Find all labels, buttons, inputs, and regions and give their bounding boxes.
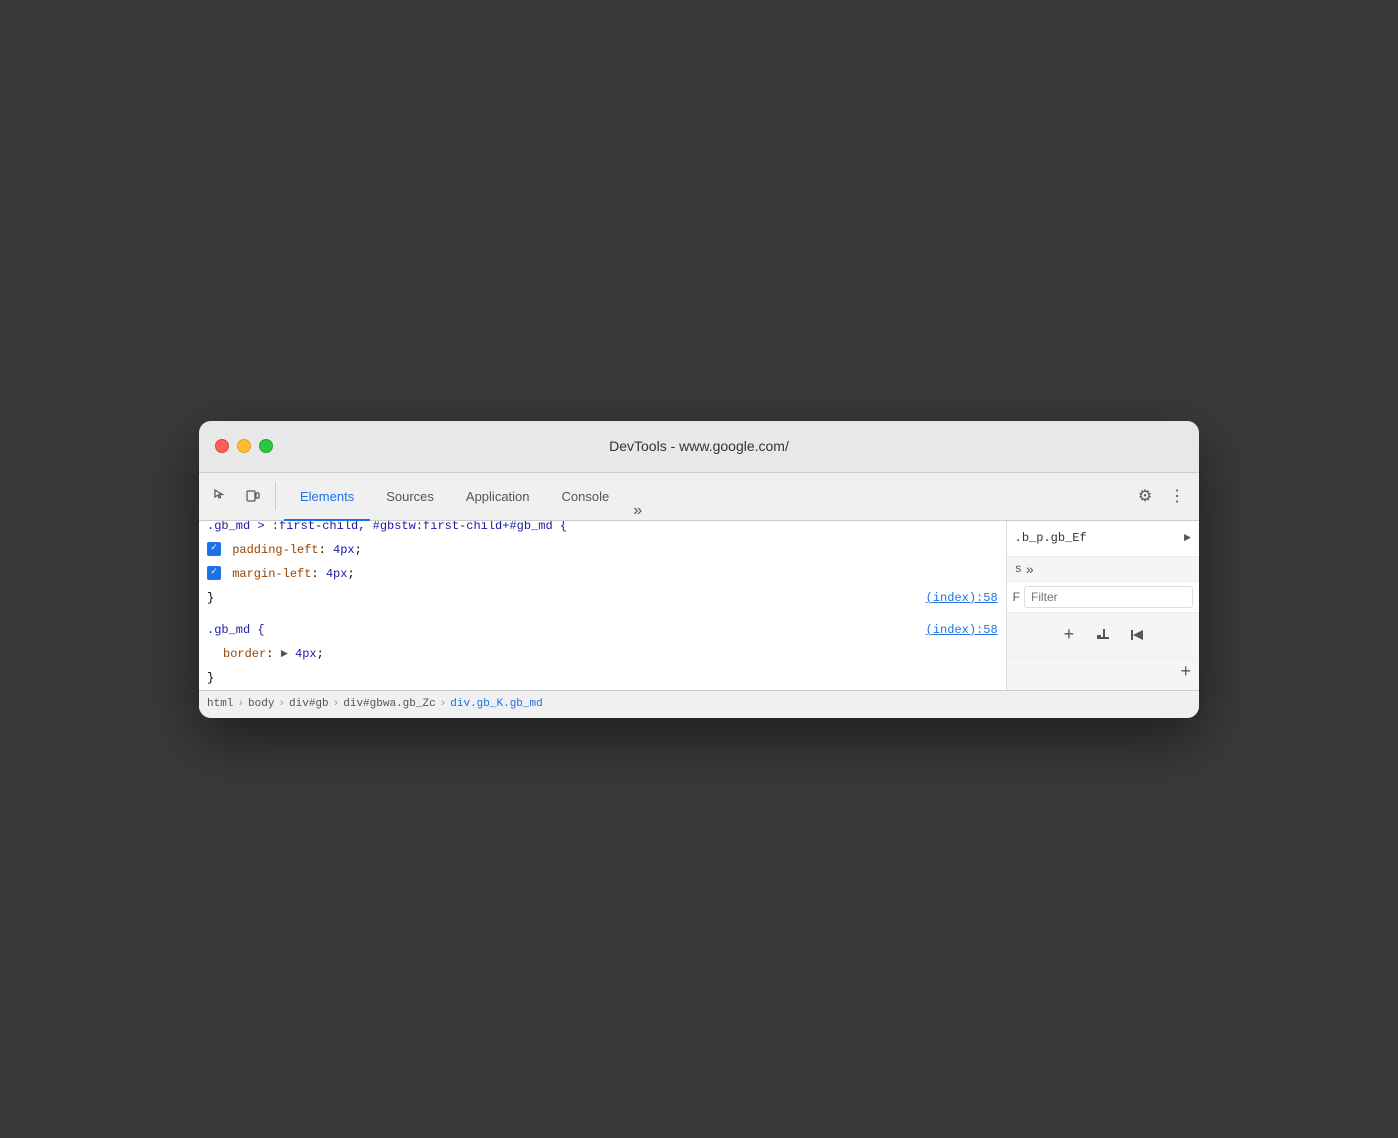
add-rule-button[interactable]: + [1180,661,1191,682]
gb-md-rule-selector: .gb_md { (index):58 [199,618,1006,642]
add-style-rule-button[interactable]: + [1055,621,1083,649]
styles-filter-input[interactable] [1024,586,1193,608]
device-toggle-button[interactable] [239,482,267,510]
tab-console[interactable]: Console [546,474,626,521]
rule-close-brace-2: } [199,666,1006,690]
window-title: DevTools - www.google.com/ [609,438,789,454]
toolbar-icon-group [207,482,276,510]
styles-sub-toolbar: F [1007,582,1199,613]
edit-style-button[interactable] [1089,621,1117,649]
padding-left-checkbox[interactable]: ✓ [207,542,221,556]
node-breadcrumb-path: html › body › div#gb › div#gbwa.gb_Zc › … [207,698,543,710]
filter-label: F [1013,590,1020,604]
node-selector-label: .b_p.gb_Ef [1015,531,1087,545]
traffic-lights [215,439,273,453]
line-number-2[interactable]: (index):58 [926,620,998,640]
settings-button[interactable]: ⚙ [1131,482,1159,510]
node-selector-bar: .b_p.gb_Ef ► [1007,521,1199,557]
section-more-button[interactable]: » [1022,561,1038,577]
margin-left-checkbox[interactable]: ✓ [207,566,221,580]
right-action-icons: + [1007,613,1199,658]
titlebar: DevTools - www.google.com/ [199,421,1199,473]
minimize-button[interactable] [237,439,251,453]
devtools-toolbar: Elements Sources Application Console » ⚙… [199,473,1199,521]
maximize-button[interactable] [259,439,273,453]
inspect-element-button[interactable] [207,482,235,510]
more-options-button[interactable]: ⋮ [1163,482,1191,510]
bottom-status-bar: html › body › div#gb › div#gbwa.gb_Zc › … [199,690,1199,718]
right-panel-spacer [1007,658,1199,690]
section-more-label: s [1015,562,1022,576]
toolbar-right-icons: ⚙ ⋮ [1131,482,1191,510]
close-button[interactable] [215,439,229,453]
line-number-1[interactable]: (index):58 [926,588,998,608]
more-tabs-button[interactable]: » [625,502,650,520]
spacer [199,610,1006,618]
previous-panel-button[interactable] [1123,621,1151,649]
styles-lower-section: .gb_md > :first-child, #gbstw:first-chil… [199,521,1006,690]
tab-application[interactable]: Application [450,474,546,521]
elements-panel: ... ▼ <div class="gb_Zc"> <div class="gb… [199,521,1006,690]
right-panel: .b_p.gb_Ef ► s » F + [1006,521,1199,690]
rule-selector-line: .gb_md > :first-child, #gbstw:first-chil… [199,521,1006,538]
devtools-window: DevTools - www.google.com/ Elements Sour… [199,421,1199,718]
rule-close-brace-1: } (index):58 [199,586,1006,610]
tab-elements[interactable]: Elements [284,474,370,521]
border-expand-icon[interactable]: ► [281,647,288,661]
padding-left-line: ✓ padding-left: 4px; [199,538,1006,562]
section-more-bar: s » [1007,557,1199,582]
border-prop-line: border: ► 4px; [199,642,1006,666]
main-content: ... ▼ <div class="gb_Zc"> <div class="gb… [199,521,1199,690]
tab-sources[interactable]: Sources [370,474,450,521]
margin-left-line: ✓ margin-left: 4px; [199,562,1006,586]
tab-bar: Elements Sources Application Console » [284,473,650,520]
node-expand-icon[interactable]: ► [1184,531,1191,545]
